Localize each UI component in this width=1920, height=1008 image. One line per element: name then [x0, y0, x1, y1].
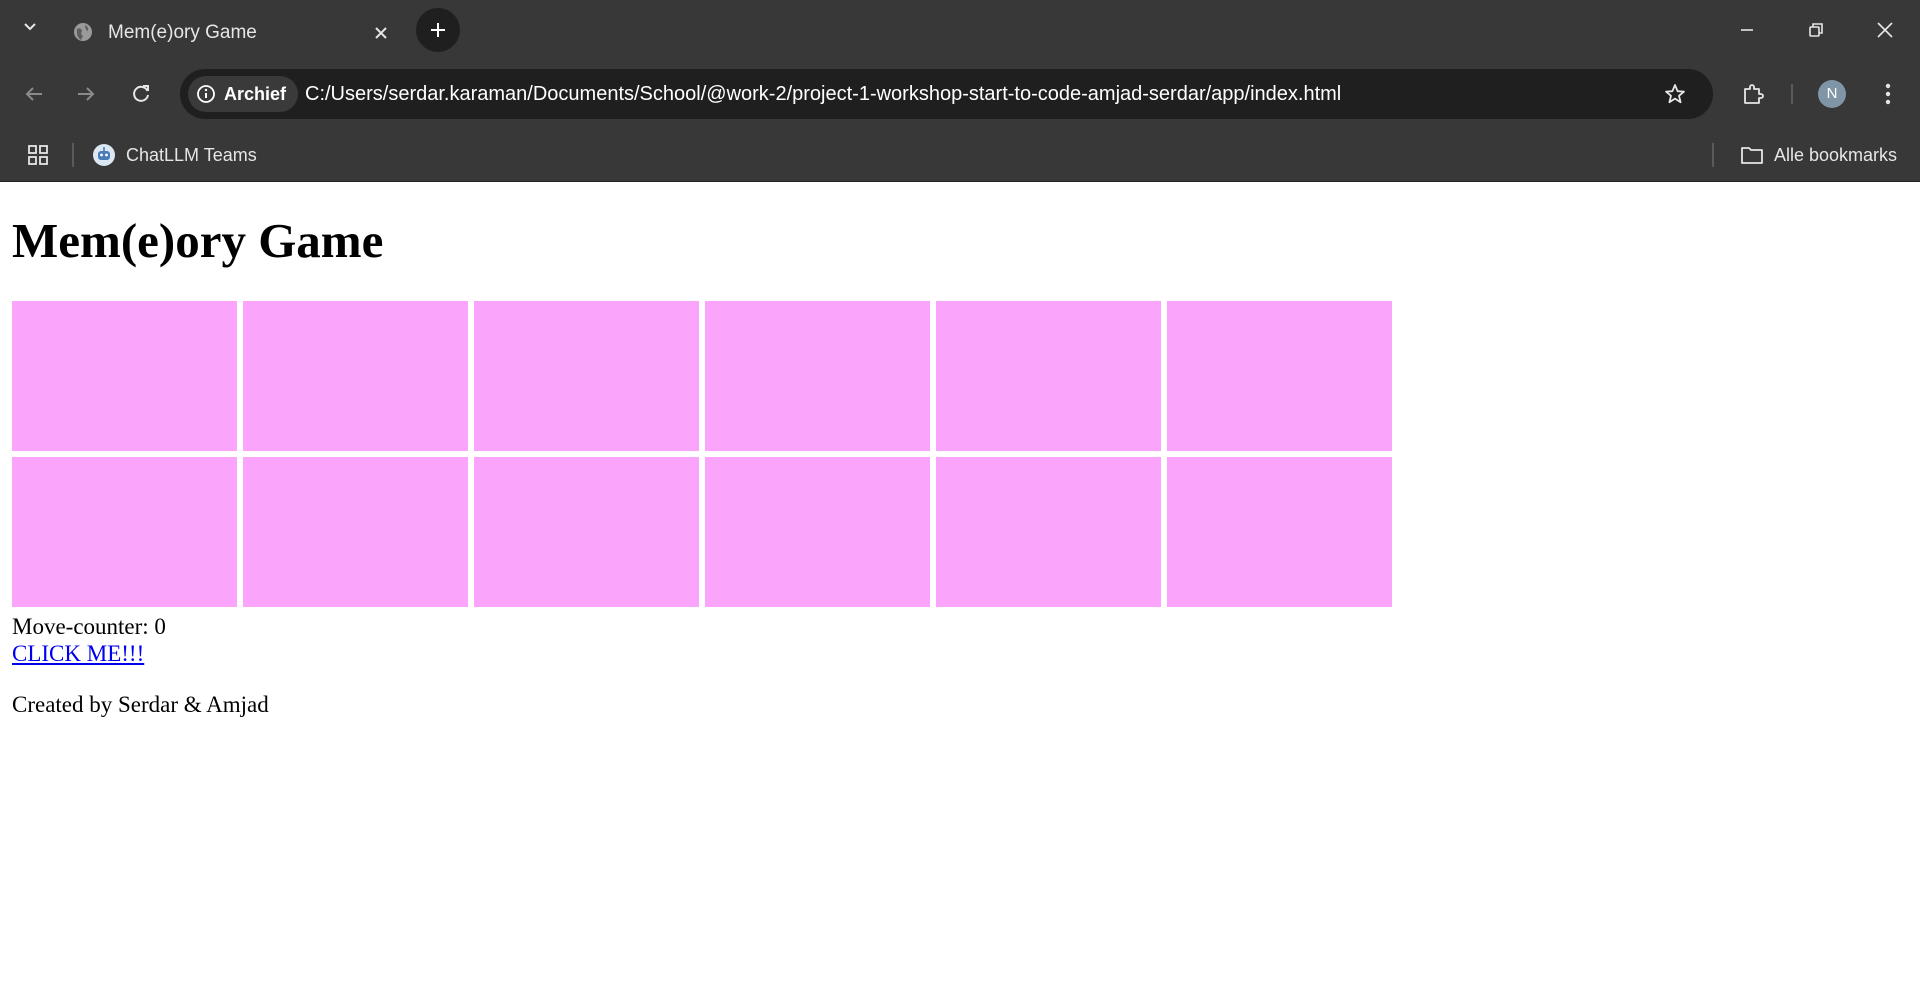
chevron-down-icon: [22, 18, 38, 39]
tab-close-button[interactable]: [368, 20, 394, 46]
page-title: Mem(e)ory Game: [12, 213, 384, 268]
restore-icon: [1809, 23, 1823, 37]
memory-card[interactable]: [243, 457, 468, 607]
close-icon: [375, 27, 387, 39]
bookmarks-bar: ChatLLM Teams Alle bookmarks: [0, 128, 1920, 182]
move-counter: Move-counter: 0: [12, 614, 166, 639]
memory-card[interactable]: [705, 457, 930, 607]
arrow-right-icon: [78, 87, 95, 101]
close-icon: [1877, 22, 1893, 38]
tab-title: Mem(e)ory Game: [108, 22, 257, 43]
address-bar[interactable]: Archief C:/Users/serdar.karaman/Document…: [180, 69, 1713, 119]
info-icon: [197, 85, 215, 103]
memory-card[interactable]: [936, 301, 1161, 451]
extensions-button[interactable]: [1733, 74, 1773, 114]
plus-icon: [431, 23, 445, 37]
apps-button[interactable]: [22, 139, 54, 171]
bookmark-star-button[interactable]: [1658, 77, 1692, 111]
back-button[interactable]: [14, 74, 54, 114]
restore-button[interactable]: [1792, 6, 1840, 54]
card-grid: [12, 301, 1392, 607]
memory-card[interactable]: [12, 457, 237, 607]
star-icon: [1665, 84, 1685, 104]
all-bookmarks-button[interactable]: Alle bookmarks: [1740, 138, 1897, 172]
puzzle-icon: [1744, 84, 1764, 104]
chatllm-icon: [93, 144, 115, 166]
footer-credits: Created by Serdar & Amjad: [12, 692, 269, 717]
more-vertical-icon: [1885, 83, 1891, 105]
folder-icon: [1741, 147, 1763, 164]
bookmarks-divider: [72, 143, 74, 167]
browser-toolbar: Archief C:/Users/serdar.karaman/Document…: [0, 60, 1920, 128]
all-bookmarks-label: Alle bookmarks: [1774, 145, 1898, 165]
bookmark-label: ChatLLM Teams: [126, 145, 257, 165]
browser-menu-button[interactable]: [1868, 74, 1908, 114]
tab-search-button[interactable]: [14, 12, 46, 44]
bookmarks-divider-right: [1712, 143, 1714, 167]
apps-grid-icon: [28, 145, 48, 165]
memory-card[interactable]: [474, 301, 699, 451]
forward-button[interactable]: [66, 74, 106, 114]
page-content: Mem(e)ory Game Move-counter: 0 CLICK ME!…: [0, 183, 1920, 1008]
memory-card[interactable]: [243, 301, 468, 451]
active-tab[interactable]: Mem(e)ory Game: [58, 8, 406, 60]
window-close-button[interactable]: [1861, 6, 1909, 54]
new-tab-button[interactable]: [416, 8, 460, 52]
reload-button[interactable]: [121, 74, 161, 114]
toolbar-divider: [1791, 84, 1793, 104]
memory-card[interactable]: [474, 457, 699, 607]
arrow-left-icon: [25, 87, 42, 101]
bookmark-chatllm-teams[interactable]: ChatLLM Teams: [92, 138, 257, 172]
memory-card[interactable]: [705, 301, 930, 451]
minimize-icon: [1741, 29, 1753, 31]
profile-avatar[interactable]: N: [1818, 80, 1846, 108]
memory-card[interactable]: [1167, 301, 1392, 451]
url-text[interactable]: C:/Users/serdar.karaman/Documents/School…: [305, 82, 1341, 106]
site-chip-label: Archief: [224, 84, 287, 104]
reload-icon: [133, 85, 149, 102]
site-info-chip[interactable]: Archief: [188, 76, 299, 112]
globe-icon: [72, 21, 94, 43]
memory-card[interactable]: [1167, 457, 1392, 607]
memory-card[interactable]: [936, 457, 1161, 607]
click-me-link[interactable]: CLICK ME!!!: [12, 640, 144, 667]
tab-strip: Mem(e)ory Game: [0, 0, 1920, 60]
minimize-button[interactable]: [1723, 6, 1771, 54]
memory-card[interactable]: [12, 301, 237, 451]
